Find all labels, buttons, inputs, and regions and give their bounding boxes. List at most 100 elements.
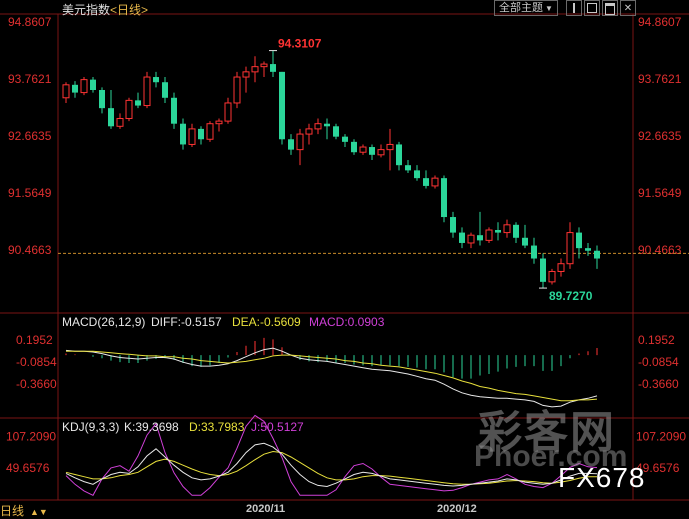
price-panel: 94.8607 94.8607 93.7621 93.7621 92.6635 92.66… [8, 15, 689, 303]
layout-tool-button[interactable] [584, 0, 600, 16]
macd-diff-label: DIFF:-0.5157 [151, 315, 222, 329]
candle-body-up [485, 229, 493, 241]
candle-body-down [459, 232, 465, 243]
crosshair-tool-button[interactable] [566, 0, 582, 16]
candle-body-down [288, 139, 294, 150]
symbol-name: 美元指数 [62, 3, 111, 17]
macd-tick-right: -0.3660 [638, 377, 679, 391]
kdj-tick-right: 107.2090 [636, 430, 686, 444]
candle-body-down [369, 147, 375, 155]
macd-tick-left: 0.1952 [16, 333, 53, 347]
candle-body-down [594, 250, 600, 259]
watermark-code: FX678 [558, 462, 646, 493]
candle-body-down [540, 258, 546, 282]
candle-body-up [215, 120, 223, 125]
kdj-params: KDJ(9,3,3) [62, 420, 119, 434]
candle-body-down [72, 84, 78, 93]
macd-params: MACD(26,12,9) [62, 315, 145, 329]
candle-body-up [233, 76, 241, 104]
price-tick-right: 94.8607 [638, 15, 682, 29]
candle-body-up [566, 232, 574, 265]
date-label-dec: 2020/12 [437, 503, 477, 515]
candle-body-down [108, 108, 114, 127]
candle-body-up [305, 128, 313, 135]
period-arrows-icon[interactable]: ▲▼ [30, 507, 48, 517]
candle-body-down [522, 237, 528, 246]
close-panel-button[interactable]: ✕ [620, 0, 636, 16]
grid-icon [587, 3, 597, 13]
theme-select-label: 全部主题 [499, 2, 544, 14]
candle-body-up [188, 128, 196, 145]
candle-body-down [279, 71, 285, 140]
candle-body-up [296, 133, 304, 151]
candle-body-down [135, 100, 141, 106]
price-tick-right: 91.5649 [638, 186, 682, 200]
period-label: 日线 [0, 504, 25, 518]
candle-body-up [62, 84, 70, 99]
candle-body-up [548, 270, 556, 283]
candle-body-up [143, 76, 151, 107]
chevron-down-icon: ▼ [545, 4, 553, 13]
candle-body-down [531, 245, 537, 259]
candle-body-up [116, 118, 124, 127]
price-tick-right: 90.4663 [638, 243, 682, 257]
candle-body-down [396, 144, 402, 166]
candle-body-down [90, 79, 96, 90]
window-icon [605, 3, 615, 15]
candle-body-up [377, 149, 385, 156]
timeframe-label: <日线> [110, 3, 149, 17]
macd-macd-label: MACD:0.0903 [309, 315, 385, 329]
period-switcher[interactable]: 日线 ▲▼ [0, 502, 48, 519]
candle-body-down [324, 123, 330, 127]
candle-body-up [359, 146, 367, 153]
candle-body-down [270, 64, 276, 72]
candle-body-down [162, 82, 168, 98]
candle-body-down [450, 217, 456, 233]
window-tool-button[interactable] [602, 0, 618, 16]
candle-body-down [423, 178, 429, 186]
candle-body-up [386, 143, 394, 151]
candle-body-up [125, 99, 133, 120]
candle-body-down [180, 123, 186, 145]
macd-tick-right: 0.1952 [638, 333, 675, 347]
candle-body-down [585, 248, 591, 251]
price-tick-right: 92.6635 [638, 129, 682, 143]
price-tick-left: 92.6635 [8, 129, 52, 143]
kdj-tick-left: 107.2090 [6, 430, 56, 444]
price-tick-right: 93.7621 [638, 72, 682, 86]
candle-body-down [333, 126, 339, 137]
price-tick-left: 94.8607 [8, 15, 52, 29]
chart-header: 美元指数<日线> [62, 1, 148, 18]
candle-body-up [467, 234, 475, 244]
candle-body-down [576, 232, 582, 249]
candle-body-up [431, 177, 439, 187]
candle-body-down [99, 90, 105, 109]
theme-select-button[interactable]: 全部主题 ▼ [494, 0, 558, 16]
low-price-label: 89.7270 [549, 289, 593, 303]
candle-body-down [153, 77, 159, 83]
candle-body-down [342, 136, 348, 142]
candle-body-up [260, 63, 268, 68]
candle-body-up [206, 123, 214, 140]
candle-body-down [405, 165, 411, 171]
date-label-nov: 2020/11 [246, 503, 286, 515]
close-icon: ✕ [623, 3, 633, 14]
macd-tick-left: -0.0854 [16, 355, 57, 369]
candle-body-down [441, 178, 447, 218]
candle-body-down [513, 224, 519, 238]
price-tick-left: 90.4663 [8, 243, 52, 257]
candle-body-up [557, 263, 565, 272]
macd-tick-right: -0.0854 [638, 355, 679, 369]
kdj-j-label: J:50.5127 [251, 420, 304, 434]
candle-body-up [314, 123, 322, 130]
crosshair-icon [573, 3, 575, 13]
high-price-label: 94.3107 [278, 37, 322, 51]
candle-body-down [495, 230, 501, 233]
kdj-tick-left: 49.6576 [6, 461, 50, 475]
candle-body-down [351, 141, 357, 153]
price-tick-left: 91.5649 [8, 186, 52, 200]
candle-body-up [80, 79, 88, 94]
candle-body-up [224, 102, 232, 122]
candle-body-up [251, 66, 259, 73]
candle-body-up [503, 224, 511, 234]
